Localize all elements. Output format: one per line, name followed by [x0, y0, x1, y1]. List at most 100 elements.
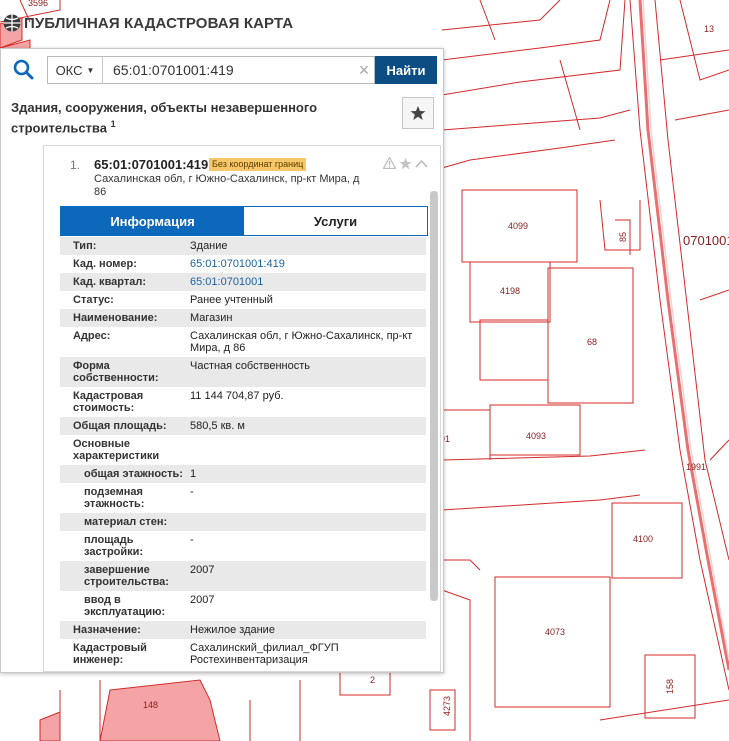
info-value: Нежилое здание: [190, 624, 275, 636]
favorite-button[interactable]: [402, 97, 434, 129]
search-input[interactable]: [103, 56, 354, 84]
star-icon[interactable]: [398, 156, 412, 170]
info-key: завершение строительства:: [84, 564, 169, 588]
tab-information[interactable]: Информация: [61, 207, 244, 235]
info-value: Ранее учтенный: [190, 294, 273, 306]
globe-icon[interactable]: [2, 13, 22, 33]
map-label-4198: 4198: [500, 286, 520, 296]
info-key: ввод в эксплуатацию:: [84, 594, 166, 618]
search-icon[interactable]: [11, 57, 37, 83]
info-row: Кадастровая стоимость: 11 144 704,87 руб.: [60, 387, 426, 417]
info-key: Кадастровая стоимость:: [73, 390, 144, 414]
info-value: [190, 438, 426, 462]
result-card-header: 1. 65:01:0701001:419 Без координат грани…: [44, 146, 440, 204]
info-key: подземная этажность:: [84, 486, 145, 510]
info-value: Магазин: [190, 312, 233, 324]
section-footnote: 1: [110, 119, 116, 129]
info-value: Сахалинский_филиал_ФГУП Ростехинвентариз…: [190, 642, 339, 666]
result-actions: [382, 156, 428, 170]
info-row: Кад. номер: 65:01:0701001:419: [60, 255, 426, 273]
map-label-85: 85: [618, 232, 628, 242]
info-value: [190, 516, 426, 528]
info-key: материал стен:: [84, 516, 168, 528]
info-key: Основные характеристики: [73, 438, 160, 462]
info-value: 2007: [190, 564, 215, 576]
info-row: Тип: Здание: [60, 237, 426, 255]
object-type-select[interactable]: ОКС ▼: [48, 57, 103, 83]
info-key: Тип:: [73, 240, 97, 252]
map-label-4273: 4273: [442, 696, 452, 716]
info-key: Общая площадь:: [73, 420, 167, 432]
map-label-4073: 4073: [545, 627, 565, 637]
scrollbar[interactable]: [430, 191, 438, 601]
info-row: ввод в эксплуатацию: 2007: [60, 591, 426, 621]
info-row: Кад. квартал: 65:01:0701001: [60, 273, 426, 291]
info-value: Сахалинская обл, г Южно-Сахалинск, пр-кт…: [190, 330, 413, 354]
result-number[interactable]: 65:01:0701001:419: [94, 157, 208, 172]
map-label-1991: 1991: [686, 462, 706, 472]
app-header: ПУБЛИЧНАЯ КАДАСТРОВАЯ КАРТА: [0, 10, 293, 36]
search-box: ОКС ▼ ✕: [47, 56, 375, 84]
result-index: 1.: [70, 158, 81, 172]
info-key: Адрес:: [73, 330, 111, 342]
information-table: Тип: Здание Кад. номер: 65:01:0701001:419 Ка…: [60, 237, 426, 669]
map-label-148: 148: [143, 700, 158, 710]
map-label-68: 68: [587, 337, 597, 347]
info-row: Адрес: Сахалинская обл, г Южно-Сахалинск,…: [60, 327, 426, 357]
search-panel: ОКС ▼ ✕ Найти Здания, сооружения, объект…: [0, 48, 444, 673]
info-value: 2007: [190, 594, 215, 606]
info-row: Наименование: Магазин: [60, 309, 426, 327]
info-row: Назначение: Нежилое здание: [60, 621, 426, 639]
info-key: площадь застройки:: [84, 534, 144, 558]
info-value-link[interactable]: 65:01:0701001:419: [190, 258, 426, 270]
map-label-2: 2: [370, 675, 375, 685]
section-title-text: Здания, сооружения, объекты незавершенно…: [11, 100, 318, 136]
info-row: общая этажность: 1: [60, 465, 426, 483]
info-value: -: [190, 534, 194, 546]
info-row: площадь застройки: -: [60, 531, 426, 561]
map-label-4099: 4099: [508, 221, 528, 231]
find-button[interactable]: Найти: [375, 56, 437, 84]
map-label-13: 13: [704, 24, 714, 34]
info-value-link[interactable]: 65:01:0701001: [190, 276, 426, 288]
map-label-4093: 4093: [526, 431, 546, 441]
app-title: ПУБЛИЧНАЯ КАДАСТРОВАЯ КАРТА: [24, 14, 294, 32]
info-row: материал стен:: [60, 513, 426, 531]
info-row: подземная этажность: -: [60, 483, 426, 513]
info-value: 1: [190, 468, 197, 480]
search-row: ОКС ▼ ✕ Найти: [1, 49, 443, 91]
section-header: Здания, сооружения, объекты незавершенно…: [1, 91, 443, 143]
info-key: Наименование:: [73, 312, 158, 324]
info-row: Статус: Ранее учтенный: [60, 291, 426, 309]
section-title: Здания, сооружения, объекты незавершенно…: [11, 99, 391, 136]
star-icon: [410, 106, 426, 120]
info-value: Частная собственность: [190, 360, 311, 372]
caret-down-icon: ▼: [86, 65, 95, 75]
info-value: 11 144 704,87 руб.: [190, 390, 284, 402]
info-key: Статус:: [73, 294, 114, 306]
no-borders-badge: Без координат границ: [209, 158, 307, 171]
info-value: -: [190, 486, 194, 498]
info-row: Кадастровый инженер: Сахалинский_филиал_Ф…: [60, 639, 426, 669]
map-label-4100: 4100: [633, 534, 653, 544]
info-key: Назначение:: [73, 624, 141, 636]
info-key: общая этажность:: [84, 468, 183, 480]
info-row: Основные характеристики: [60, 435, 426, 465]
clear-icon[interactable]: ✕: [354, 62, 374, 79]
chevron-up-icon[interactable]: [414, 156, 428, 170]
object-type-label: ОКС: [55, 62, 83, 78]
tab-services[interactable]: Услуги: [244, 207, 427, 235]
info-key: Кад. номер:: [73, 258, 137, 270]
scrollbar-thumb[interactable]: [430, 191, 438, 601]
info-value: 580,5 кв. м: [190, 420, 245, 432]
info-key: Кад. квартал:: [73, 276, 147, 288]
info-row: Форма собственности: Частная собственност…: [60, 357, 426, 387]
map-label-158: 158: [665, 679, 675, 694]
info-key: Кадастровый инженер:: [73, 642, 147, 666]
result-tabs: Информация Услуги: [60, 206, 428, 236]
info-row: завершение строительства: 2007: [60, 561, 426, 591]
warning-icon[interactable]: [382, 156, 396, 170]
result-address: Сахалинская обл, г Южно-Сахалинск, пр-кт…: [94, 173, 360, 198]
result-card: 1. 65:01:0701001:419 Без координат грани…: [43, 145, 441, 672]
info-key: Форма собственности:: [73, 360, 159, 384]
